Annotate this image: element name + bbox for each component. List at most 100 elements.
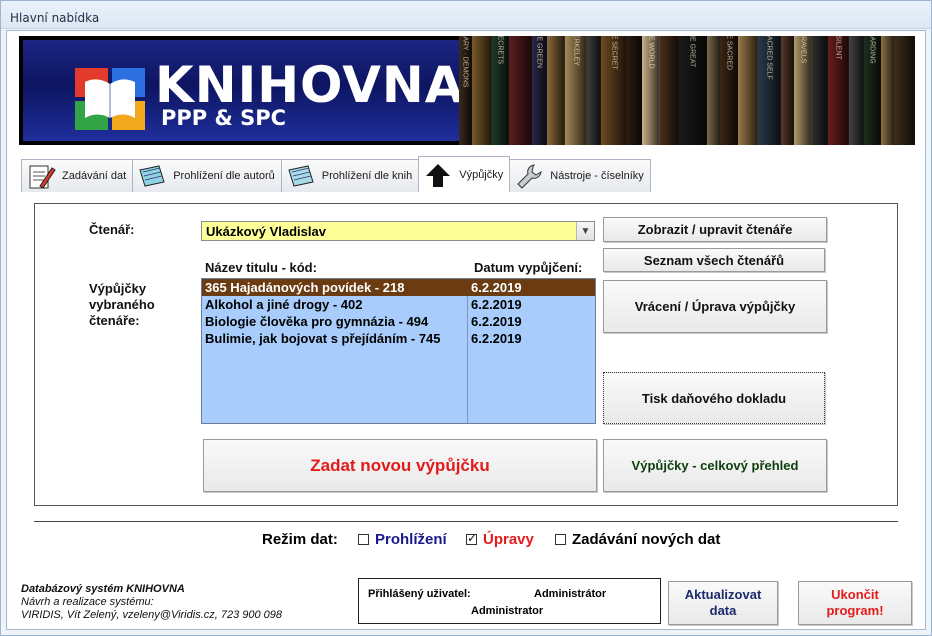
book-spine — [812, 36, 828, 145]
book-spine-text: THE GREAT — [688, 36, 696, 68]
book-spine: DICTIONARY · DEMONS — [459, 36, 472, 145]
loan-title: Biologie člověka pro gymnázia - 494 — [205, 314, 429, 329]
book-spine: THE WORLD — [642, 36, 660, 145]
main-window: Hlavní nabídka KNIHOVNA PPP & SPC DICTIO… — [0, 0, 932, 636]
book-spine — [894, 36, 915, 145]
tab-tools[interactable]: Nástroje - číselníky — [509, 159, 651, 192]
mode-new-label: Zadávání nových dat — [572, 531, 721, 548]
mode-new-checkbox[interactable]: Zadávání nových dat — [555, 531, 720, 548]
book-spine: BERKELEY — [565, 36, 588, 145]
column-header-title: Název titulu - kód: — [205, 260, 317, 275]
refresh-data-button[interactable]: Aktualizovat data — [668, 581, 778, 625]
loan-date: 6.2.2019 — [471, 331, 522, 346]
tab-browse-authors[interactable]: Prohlížení dle autorů — [132, 159, 282, 192]
tab-label: Prohlížení dle autorů — [173, 170, 275, 182]
exit-program-button[interactable]: Ukončit program! — [798, 581, 912, 625]
logged-user-name: Administrátor — [534, 588, 607, 600]
book-spine — [508, 36, 533, 145]
tab-label: Nástroje - číselníky — [550, 170, 644, 182]
tab-label: Zadávání dat — [62, 170, 127, 182]
notebook-icon — [139, 165, 165, 187]
tab-browse-books[interactable]: Prohlížení dle knih — [280, 159, 420, 192]
book-spine-text: THE WORLD — [647, 36, 655, 69]
book-spine: SECRETS — [492, 36, 509, 145]
logged-user-box: Přihlášený uživatel: Administrátor Admin… — [358, 578, 661, 624]
book-spine: THE SECRET — [601, 36, 627, 145]
column-header-date: Datum vypůjčení: — [474, 260, 583, 275]
loans-label-line: čtenáře: — [89, 313, 140, 328]
exit-label-line1: Ukončit — [831, 587, 879, 602]
client-area: KNIHOVNA PPP & SPC DICTIONARY · DEMONS SE… — [6, 30, 926, 630]
book-spine-text: SECRETS — [496, 36, 504, 65]
book-spine — [626, 36, 643, 145]
new-loan-button[interactable]: Zadat novou výpůjčku — [203, 439, 597, 492]
return-edit-loan-button[interactable]: Vrácení / Úprava výpůjčky — [603, 280, 827, 333]
book-spine — [659, 36, 680, 145]
book-spine-text: HARDING — [868, 36, 876, 64]
list-item[interactable]: Alkohol a jiné drogy - 402 6.2.2019 — [202, 296, 595, 313]
all-readers-button[interactable]: Seznam všech čtenářů — [603, 248, 825, 272]
book-spine: TRAVELS — [793, 36, 813, 145]
mode-edit-checkbox[interactable]: Úpravy — [466, 531, 534, 548]
tab-data-entry[interactable]: Zadávání dat — [21, 159, 134, 192]
chevron-down-icon[interactable]: ▼ — [576, 222, 594, 240]
checkbox-icon[interactable] — [358, 534, 369, 545]
book-spine: THE GREEN — [532, 36, 548, 145]
tab-loans[interactable]: Výpůjčky — [418, 156, 511, 192]
pencil-form-icon — [29, 165, 56, 189]
title-bar: Hlavní nabídka — [1, 1, 931, 29]
book-spine-text: SILENT — [834, 36, 842, 60]
loan-title: 365 Hajadánových povídek - 218 — [205, 280, 405, 295]
notepad-icon — [288, 165, 314, 187]
book-spine: SILENT — [827, 36, 849, 145]
mode-browse-label: Prohlížení — [375, 531, 447, 548]
book-spine — [737, 36, 759, 145]
loan-date: 6.2.2019 — [471, 280, 522, 295]
system-info: Databázový systém KNIHOVNA Návrh a reali… — [21, 583, 282, 622]
checkbox-icon[interactable] — [555, 534, 566, 545]
tab-label: Prohlížení dle knih — [321, 170, 413, 182]
window-title: Hlavní nabídka — [10, 11, 100, 25]
system-name: Databázový systém KNIHOVNA — [21, 583, 185, 595]
book-spine-text: THE SACRED — [725, 36, 733, 71]
up-arrow-icon — [426, 163, 451, 187]
author-info: VIRIDIS, Vít Zelený, vzeleny@Viridis.cz,… — [21, 609, 283, 621]
book-spine — [587, 36, 602, 145]
reader-label: Čtenář: — [89, 222, 135, 237]
book-spine-text: THE GREEN — [535, 36, 543, 68]
tab-label: Výpůjčky — [459, 168, 504, 181]
loans-overview-button[interactable]: Výpůjčky - celkový přehled — [603, 439, 827, 492]
book-spine — [848, 36, 864, 145]
loans-label-line: Výpůjčky — [89, 281, 147, 296]
print-tax-document-button[interactable]: Tisk daňového dokladu — [603, 372, 825, 424]
book-spine-text: DICTIONARY · DEMONS — [461, 36, 469, 88]
tab-strip: Zadávání dat Prohlížení dle autorů Prohl… — [21, 156, 651, 192]
loan-date: 6.2.2019 — [471, 297, 522, 312]
banner-logo-area: KNIHOVNA PPP & SPC — [23, 40, 463, 141]
checkbox-checked-icon[interactable] — [466, 531, 477, 545]
data-mode-label: Režim dat: — [262, 531, 338, 548]
wrench-icon — [517, 164, 542, 189]
book-spine — [780, 36, 794, 145]
book-spine — [881, 36, 895, 145]
loans-label: Výpůjčky vybraného čtenáře: — [89, 281, 155, 329]
loan-date: 6.2.2019 — [471, 314, 522, 329]
book-spine: THE SACRED — [721, 36, 738, 145]
banner: KNIHOVNA PPP & SPC DICTIONARY · DEMONS SE… — [19, 36, 915, 145]
design-label: Návrh a realizace systému: — [21, 596, 154, 608]
book-spine — [547, 36, 566, 145]
reader-selected-value: Ukázkový Vladislav — [206, 224, 326, 239]
book-logo-icon — [75, 68, 145, 130]
mode-browse-checkbox[interactable]: Prohlížení — [358, 531, 447, 548]
show-edit-reader-button[interactable]: Zobrazit / upravit čtenáře — [603, 217, 827, 242]
loan-title: Alkohol a jiné drogy - 402 — [205, 297, 363, 312]
loans-listbox[interactable]: 365 Hajadánových povídek - 218 6.2.2019 … — [201, 278, 596, 424]
list-item[interactable]: Biologie člověka pro gymnázia - 494 6.2.… — [202, 313, 595, 330]
list-item[interactable]: Bulimie, jak bojovat s přejídáním - 745 … — [202, 330, 595, 347]
loans-label-line: vybraného — [89, 297, 155, 312]
list-item[interactable]: 365 Hajadánových povídek - 218 6.2.2019 — [202, 279, 595, 296]
reader-combobox[interactable]: Ukázkový Vladislav ▼ — [201, 221, 595, 241]
banner-subtitle: PPP & SPC — [161, 106, 287, 130]
book-spine — [471, 36, 493, 145]
logged-user-role: Administrator — [471, 605, 544, 617]
